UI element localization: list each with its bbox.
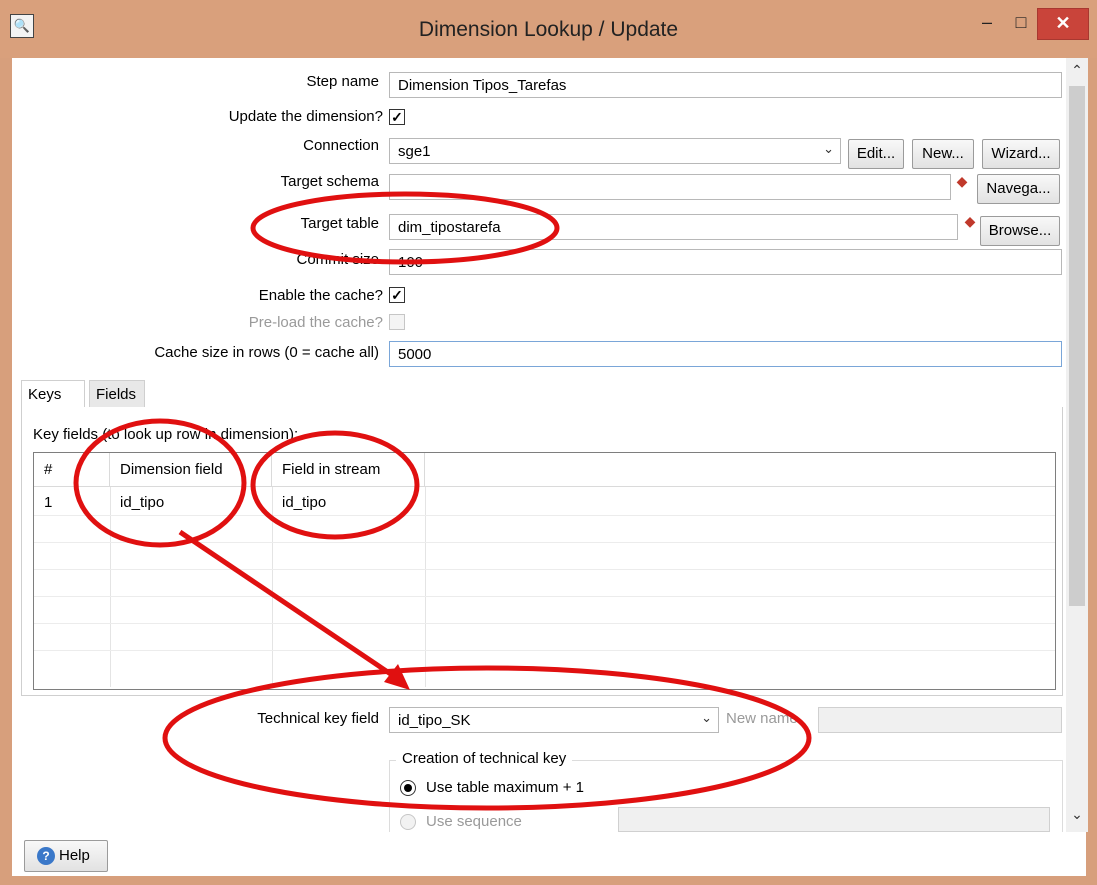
window-title: Dimension Lookup / Update	[418, 18, 679, 41]
update-dimension-checkbox[interactable]: ✓	[389, 109, 405, 125]
chevron-down-icon[interactable]: ⌄	[823, 141, 834, 157]
close-button[interactable]: ✕	[1037, 8, 1089, 40]
scroll-up-icon[interactable]: ⌃	[1066, 62, 1088, 79]
row-number-cell: 1	[44, 494, 53, 511]
enable-cache-checkbox[interactable]: ✓	[389, 287, 405, 303]
enable-cache-label: Enable the cache?	[258, 287, 383, 304]
sequence-name-input[interactable]	[618, 807, 1050, 832]
column-header-number[interactable]: #	[34, 453, 110, 487]
radio-table-maximum[interactable]	[400, 780, 416, 796]
tab-fields[interactable]: Fields	[89, 380, 145, 408]
field-in-stream-cell[interactable]: id_tipo	[272, 489, 425, 516]
row-divider	[34, 623, 1055, 624]
creation-group-title: Creation of technical key	[396, 750, 573, 767]
commit-size-label: Commit size	[296, 251, 379, 268]
scrollbar-thumb[interactable]	[1069, 86, 1085, 606]
help-label: Help	[59, 847, 90, 864]
row-divider	[34, 650, 1055, 651]
window-frame-bottom	[0, 876, 1097, 885]
new-name-input[interactable]	[818, 707, 1062, 733]
chevron-down-icon[interactable]: ⌄	[701, 710, 712, 726]
column-header-field-in-stream[interactable]: Field in stream	[272, 453, 425, 487]
grid-divider	[272, 487, 273, 687]
step-name-label: Step name	[306, 73, 379, 90]
table-maximum-label: Use table maximum + 1	[426, 779, 584, 796]
vertical-scrollbar[interactable]: ⌃ ⌄	[1066, 58, 1088, 832]
warning-icon: ◆	[956, 173, 968, 189]
row-divider	[34, 542, 1055, 543]
maximize-button[interactable]: □	[1004, 8, 1038, 38]
dimension-field-cell[interactable]: id_tipo	[110, 489, 272, 516]
cache-size-label: Cache size in rows (0 = cache all)	[154, 344, 379, 361]
radio-use-sequence[interactable]	[400, 814, 416, 830]
key-fields-table[interactable]: # Dimension field Field in stream 1 id_t…	[33, 452, 1056, 690]
warning-icon: ◆	[964, 213, 976, 229]
step-name-input[interactable]: Dimension Tipos_Tarefas	[389, 72, 1062, 98]
target-table-label: Target table	[300, 215, 379, 232]
column-header-dimension-field[interactable]: Dimension field	[110, 453, 272, 487]
preload-cache-checkbox[interactable]	[389, 314, 405, 330]
technical-key-value: id_tipo_SK	[398, 712, 471, 729]
target-schema-label: Target schema	[280, 173, 379, 190]
minimize-button[interactable]: –	[970, 8, 1004, 38]
scroll-down-icon[interactable]: ⌄	[1066, 806, 1088, 823]
navigate-button[interactable]: Navega...	[977, 174, 1060, 204]
grid-divider	[110, 487, 111, 687]
footer-bar	[12, 832, 1086, 876]
technical-key-select[interactable]: id_tipo_SK ⌄	[389, 707, 719, 733]
help-icon: ?	[37, 847, 55, 866]
cache-size-input[interactable]: 5000	[389, 341, 1062, 367]
grid-divider	[425, 487, 426, 687]
preload-cache-label: Pre-load the cache?	[248, 314, 383, 331]
connection-value: sge1	[398, 143, 431, 160]
browse-button[interactable]: Browse...	[980, 216, 1060, 246]
checkmark-icon: ✓	[391, 109, 403, 125]
update-dimension-label: Update the dimension?	[228, 108, 383, 125]
key-fields-caption: Key fields (to look up row in dimension)…	[33, 426, 299, 443]
radio-selected-dot	[404, 784, 412, 792]
row-divider	[34, 515, 1055, 516]
checkmark-icon: ✓	[391, 287, 403, 303]
commit-size-input[interactable]: 100	[389, 249, 1062, 275]
tab-keys[interactable]: Keys	[21, 380, 85, 408]
use-sequence-label: Use sequence	[426, 813, 522, 830]
column-header-empty	[425, 453, 1055, 487]
target-table-input[interactable]: dim_tipostarefa	[389, 214, 958, 240]
wizard-button[interactable]: Wizard...	[982, 139, 1060, 169]
row-divider	[34, 596, 1055, 597]
new-name-label: New name	[726, 710, 798, 727]
title-bar: 🔍 Dimension Lookup / Update – □ ✕	[0, 0, 1097, 58]
row-divider	[34, 569, 1055, 570]
connection-select[interactable]: sge1 ⌄	[389, 138, 841, 164]
help-button[interactable]: ? Help	[24, 840, 108, 872]
connection-label: Connection	[303, 137, 379, 154]
target-schema-input[interactable]	[389, 174, 951, 200]
edit-button[interactable]: Edit...	[848, 139, 904, 169]
technical-key-label: Technical key field	[257, 710, 379, 727]
new-button[interactable]: New...	[912, 139, 974, 169]
